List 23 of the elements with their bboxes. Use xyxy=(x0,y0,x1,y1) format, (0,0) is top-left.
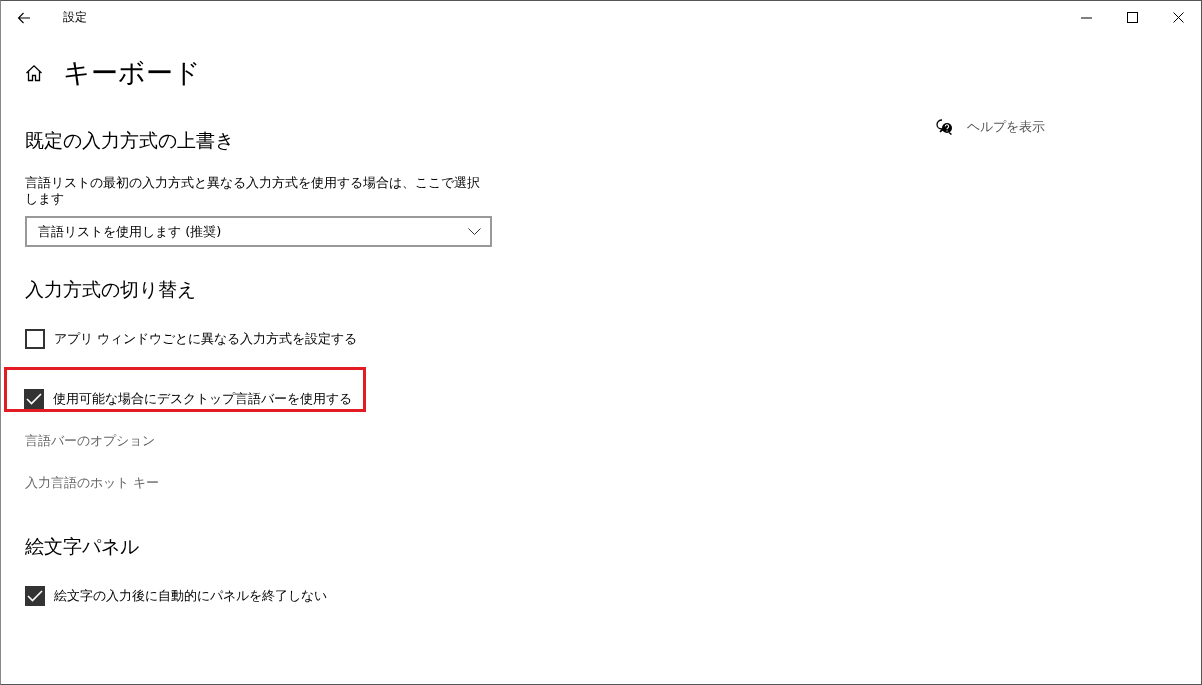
description-text: 言語リストの最初の入力方式と異なる入力方式を使用する場合は、ここで選択します xyxy=(25,175,480,207)
section-heading: 既定の入力方式の上書き xyxy=(25,128,235,153)
checkbox-label: アプリ ウィンドウごとに異なる入力方式を設定する xyxy=(54,330,358,348)
settings-link[interactable]: 入力言語のホット キー xyxy=(25,474,160,492)
help-chat-icon[interactable] xyxy=(936,119,953,135)
home-icon[interactable] xyxy=(25,64,43,82)
chevron-down-icon xyxy=(468,227,481,236)
dropdown[interactable]: 言語リストを使用します (推奨) xyxy=(25,216,492,247)
page-title: キーボード xyxy=(63,56,201,90)
window-title: 設定 xyxy=(63,9,87,26)
close-icon xyxy=(1172,12,1184,23)
checkbox[interactable] xyxy=(25,586,45,606)
settings-link[interactable]: 言語バーのオプション xyxy=(25,432,155,450)
section-heading: 絵文字パネル xyxy=(25,534,140,559)
checkbox-label: 絵文字の入力後に自動的にパネルを終了しない xyxy=(54,587,327,605)
section-heading: 入力方式の切り替え xyxy=(25,277,197,302)
back-arrow-icon xyxy=(17,11,31,24)
help-link[interactable]: ヘルプを表示 xyxy=(967,118,1045,136)
checkbox-label: 使用可能な場合にデスクトップ言語バーを使用する xyxy=(53,389,352,408)
minimize-icon xyxy=(1080,16,1092,19)
checkbox[interactable] xyxy=(24,388,44,409)
maximize-icon xyxy=(1126,12,1138,23)
checkbox[interactable] xyxy=(25,329,45,349)
